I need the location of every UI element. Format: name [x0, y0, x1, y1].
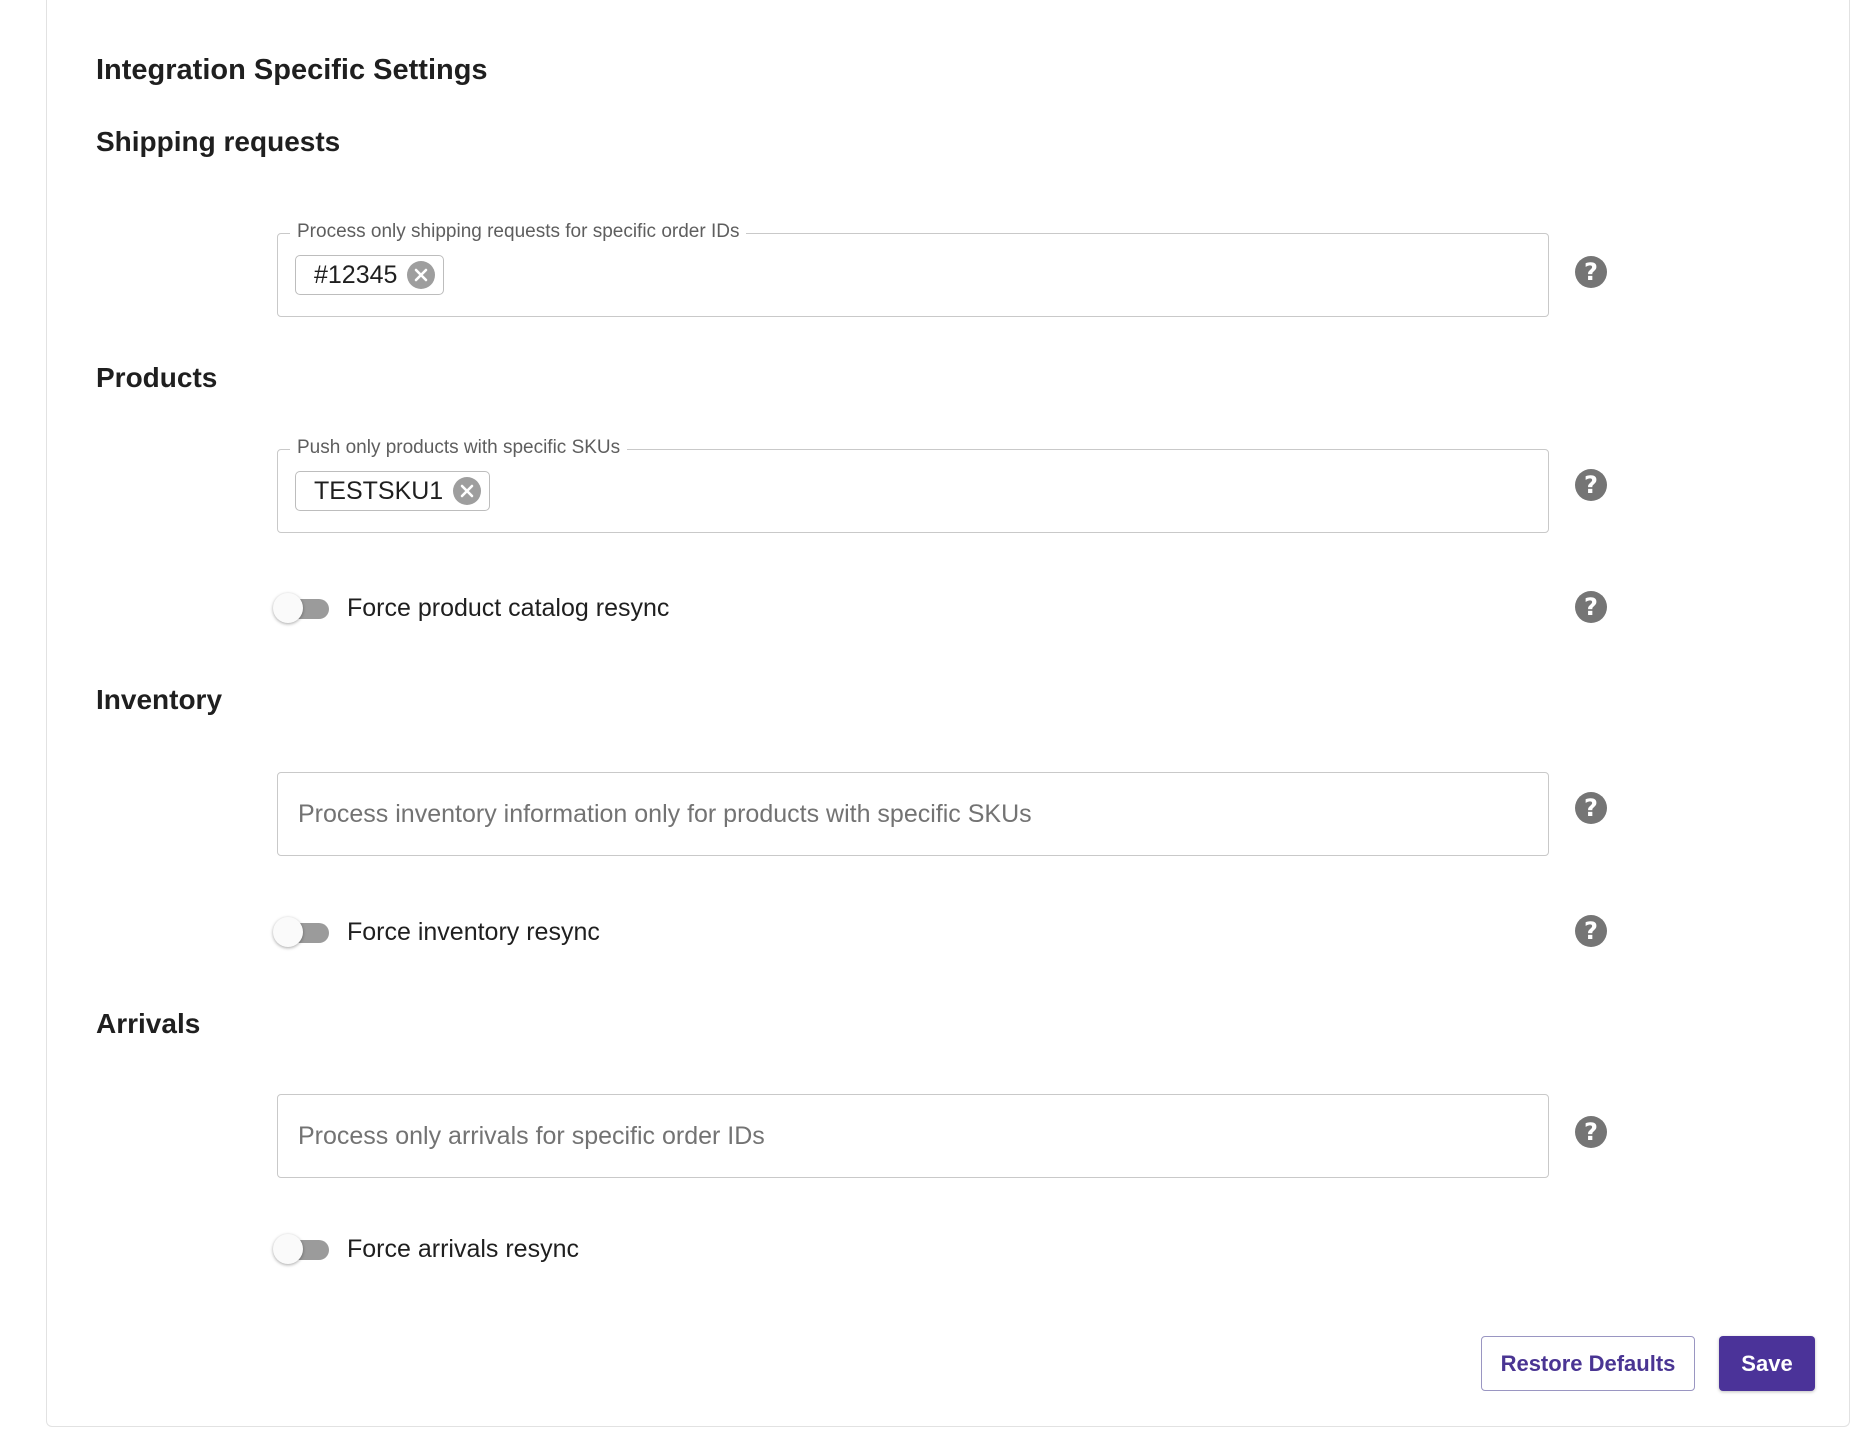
field-label: Push only products with specific SKUs — [290, 437, 628, 459]
inventory-resync-toggle[interactable] — [273, 914, 331, 950]
chip-label: TESTSKU1 — [314, 476, 444, 505]
arrivals-order-ids-input[interactable] — [298, 1095, 1528, 1177]
page-title: Integration Specific Settings — [96, 54, 488, 86]
order-id-chip: #12345 — [295, 255, 445, 295]
arrivals-resync-row: Force arrivals resync — [273, 1231, 579, 1267]
help-circle-icon[interactable]: ? — [1575, 591, 1607, 623]
inventory-skus-input[interactable] — [298, 773, 1528, 855]
save-button[interactable]: Save — [1719, 1336, 1815, 1391]
field-label: Process only shipping requests for speci… — [290, 221, 747, 243]
toggle-label: Force inventory resync — [347, 917, 600, 946]
toggle-thumb — [273, 593, 303, 623]
arrivals-resync-toggle[interactable] — [273, 1231, 331, 1267]
toggle-label: Force arrivals resync — [347, 1234, 579, 1263]
product-resync-row: Force product catalog resync — [273, 590, 669, 626]
restore-defaults-button[interactable]: Restore Defaults — [1481, 1336, 1695, 1391]
arrivals-order-ids-field — [277, 1094, 1549, 1178]
products-skus-field[interactable]: Push only products with specific SKUs TE… — [277, 437, 1549, 533]
help-circle-icon[interactable]: ? — [1575, 256, 1607, 288]
section-title-inventory: Inventory — [96, 684, 223, 715]
section-title-shipping: Shipping requests — [96, 126, 341, 157]
settings-card — [46, 0, 1850, 1427]
inventory-resync-row: Force inventory resync — [273, 914, 600, 950]
toggle-thumb — [273, 1234, 303, 1264]
section-title-products: Products — [96, 362, 218, 393]
close-circle-icon[interactable] — [453, 477, 482, 505]
chip-label: #12345 — [314, 260, 398, 289]
inventory-skus-field — [277, 772, 1549, 856]
sku-chip: TESTSKU1 — [295, 471, 491, 511]
help-circle-icon[interactable]: ? — [1575, 915, 1607, 947]
toggle-thumb — [273, 917, 303, 947]
section-title-arrivals: Arrivals — [96, 1008, 201, 1039]
toggle-label: Force product catalog resync — [347, 593, 670, 622]
shipping-order-ids-field[interactable]: Process only shipping requests for speci… — [277, 221, 1549, 317]
close-circle-icon[interactable] — [407, 261, 436, 289]
help-circle-icon[interactable]: ? — [1575, 1116, 1607, 1148]
help-circle-icon[interactable]: ? — [1575, 469, 1607, 501]
help-circle-icon[interactable]: ? — [1575, 792, 1607, 824]
product-resync-toggle[interactable] — [273, 590, 331, 626]
